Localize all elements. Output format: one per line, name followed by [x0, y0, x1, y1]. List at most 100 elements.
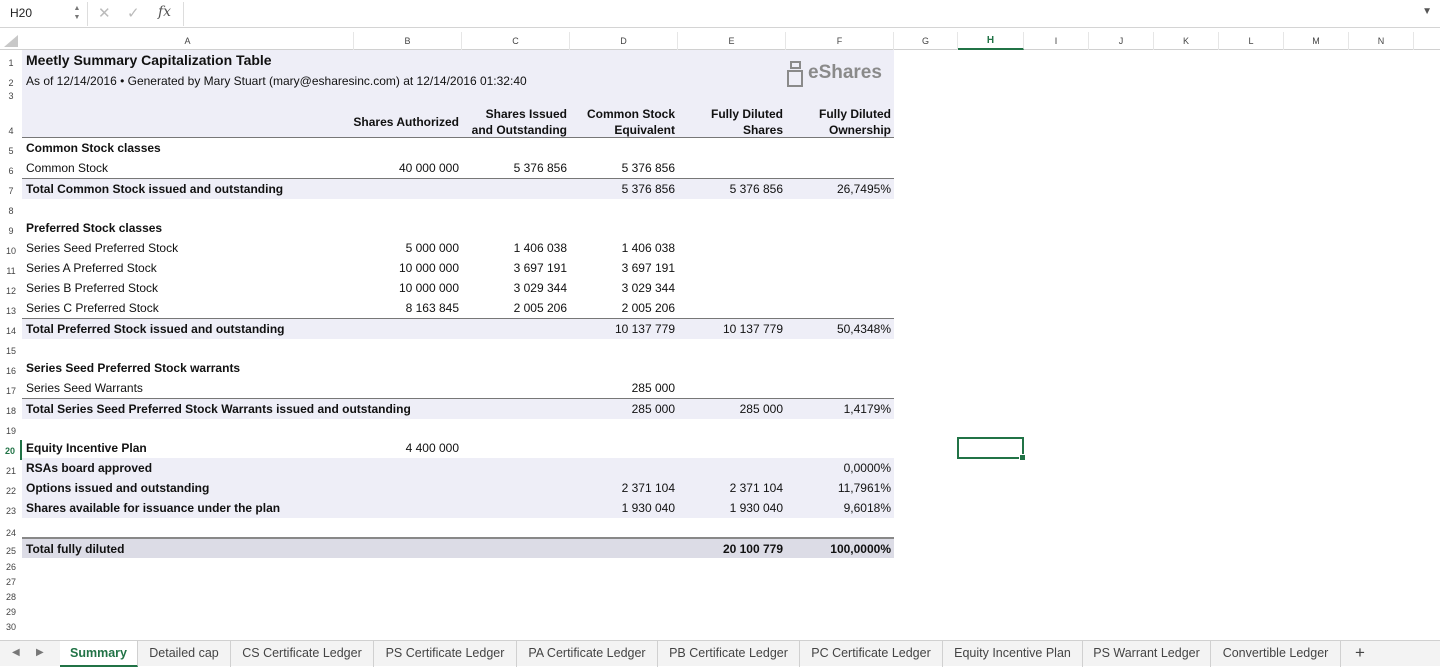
tab-ps-certificate-ledger[interactable]: PS Certificate Ledger — [374, 641, 517, 667]
cell-fds: 285 000 — [739, 402, 783, 416]
tab-equity-incentive-plan[interactable]: Equity Incentive Plan — [943, 641, 1083, 667]
sheet-tab-bar: ◀ ▶ Summary Detailed cap CS Certificate … — [0, 640, 1440, 667]
tab-ps-warrant-ledger[interactable]: PS Warrant Ledger — [1083, 641, 1211, 667]
formula-input[interactable] — [190, 3, 1410, 25]
formula-bar: H20 ▲ ▼ ✕ ✓ fx ▼ — [0, 0, 1440, 28]
column-header-k[interactable]: K — [1154, 32, 1219, 50]
selected-cell-h20[interactable] — [957, 437, 1026, 461]
row-header[interactable]: 17 — [0, 380, 22, 400]
confirm-icon[interactable]: ✓ — [127, 4, 140, 22]
column-header-i[interactable]: I — [1024, 32, 1089, 50]
column-header-e[interactable]: E — [678, 32, 786, 50]
row-header[interactable]: 30 — [0, 616, 22, 636]
row-label: Series A Preferred Stock — [26, 261, 157, 275]
cell-fdo: 100,0000% — [830, 542, 891, 556]
column-header-b[interactable]: B — [354, 32, 462, 50]
total-label: Total Preferred Stock issued and outstan… — [26, 322, 285, 336]
next-sheet-icon[interactable]: ▶ — [36, 647, 44, 658]
function-icon[interactable]: fx — [158, 4, 171, 20]
column-header-a[interactable]: A — [22, 32, 354, 50]
cancel-icon[interactable]: ✕ — [98, 4, 111, 22]
row-label: Common Stock — [26, 161, 109, 175]
prev-sheet-icon[interactable]: ◀ — [12, 647, 20, 658]
cell-fdo: 11,7961% — [837, 481, 891, 495]
row-header[interactable]: 11 — [0, 260, 22, 280]
cell-issued: 3 697 191 — [513, 261, 567, 275]
row-header[interactable]: 1 — [0, 52, 22, 72]
row-label: Options issued and outstanding — [26, 481, 210, 495]
tab-convertible-ledger[interactable]: Convertible Ledger — [1211, 641, 1341, 667]
section-label: Preferred Stock classes — [26, 221, 163, 235]
column-header-g[interactable]: G — [894, 32, 958, 50]
cell-authorized: 8 163 845 — [405, 301, 459, 315]
column-header-c[interactable]: C — [462, 32, 570, 50]
tab-detailed-cap[interactable]: Detailed cap — [138, 641, 231, 667]
header-cse-line2: Equivalent — [614, 123, 675, 137]
eshares-logo: eShares — [784, 60, 882, 90]
select-all-corner[interactable] — [0, 32, 22, 50]
row-header[interactable]: 22 — [0, 480, 22, 500]
tab-cs-certificate-ledger[interactable]: CS Certificate Ledger — [231, 641, 374, 667]
formula-bar-divider — [87, 2, 88, 26]
column-header-d[interactable]: D — [570, 32, 678, 50]
tab-pc-certificate-ledger[interactable]: PC Certificate Ledger — [800, 641, 943, 667]
row-header[interactable]: 9 — [0, 220, 22, 240]
cell-cse: 2 371 104 — [621, 481, 675, 495]
eshares-logo-icon — [787, 61, 803, 87]
cell-fds: 2 371 104 — [729, 481, 783, 495]
row-header[interactable]: 12 — [0, 280, 22, 300]
select-all-icon — [4, 35, 18, 47]
formula-bar-divider — [183, 2, 184, 26]
row-header[interactable]: 24 — [0, 522, 22, 542]
row-header[interactable]: 10 — [0, 240, 22, 260]
row-label: Series C Preferred Stock — [26, 301, 159, 315]
cell-fds: 5 376 856 — [729, 182, 783, 196]
header-shares-authorized: Shares Authorized — [353, 115, 459, 129]
row-header[interactable]: 5 — [0, 140, 22, 160]
add-sheet-icon[interactable]: + — [1350, 641, 1370, 667]
cell-issued: 5 376 856 — [513, 161, 567, 175]
header-fdo-line1: Fully Diluted — [819, 107, 891, 121]
chevron-down-icon[interactable]: ▼ — [1422, 6, 1432, 17]
row-header[interactable]: 13 — [0, 300, 22, 320]
column-header-m[interactable]: M — [1284, 32, 1349, 50]
row-header[interactable]: 6 — [0, 160, 22, 180]
row-header[interactable]: 21 — [0, 460, 22, 480]
header-shares-issued-line2: and Outstanding — [471, 123, 567, 137]
cell-fds: 1 930 040 — [729, 501, 783, 515]
cell-issued: 2 005 206 — [513, 301, 567, 315]
header-shares-issued-line1: Shares Issued — [485, 107, 567, 121]
total-label: Total Common Stock issued and outstandin… — [26, 182, 284, 196]
cell-issued: 3 029 344 — [513, 281, 567, 295]
row-label: Shares available for issuance under the … — [26, 501, 281, 515]
page-title: Meetly Summary Capitalization Table — [26, 52, 272, 68]
tab-summary[interactable]: Summary — [60, 641, 138, 667]
row-header[interactable]: 14 — [0, 320, 22, 340]
tab-pa-certificate-ledger[interactable]: PA Certificate Ledger — [517, 641, 658, 667]
tab-pb-certificate-ledger[interactable]: PB Certificate Ledger — [658, 641, 800, 667]
cell-authorized: 5 000 000 — [405, 241, 459, 255]
header-fdo-line2: Ownership — [828, 123, 891, 137]
column-header-l[interactable]: L — [1219, 32, 1284, 50]
row-header[interactable]: 15 — [0, 340, 22, 360]
row-header[interactable]: 23 — [0, 500, 22, 520]
section-label: Equity Incentive Plan — [26, 441, 147, 455]
column-header-j[interactable]: J — [1089, 32, 1154, 50]
name-box-stepper-icon[interactable]: ▲ ▼ — [72, 4, 82, 24]
cell-authorized: 10 000 000 — [398, 261, 459, 275]
row-header[interactable]: 7 — [0, 180, 22, 200]
column-header-n[interactable]: N — [1349, 32, 1414, 50]
row-header-active[interactable]: 20 — [0, 440, 22, 460]
column-header-h[interactable]: H — [958, 32, 1024, 50]
cell-cse: 1 406 038 — [621, 241, 675, 255]
row-label: RSAs board approved — [26, 461, 153, 475]
cell-fdo: 9,6018% — [843, 501, 891, 515]
column-header-f[interactable]: F — [786, 32, 894, 50]
row-header[interactable]: 16 — [0, 360, 22, 380]
row-header[interactable]: 18 — [0, 400, 22, 420]
row-header[interactable]: 4 — [0, 120, 22, 140]
row-header[interactable]: 8 — [0, 200, 22, 220]
row-header[interactable]: 19 — [0, 420, 22, 440]
sheet-grid[interactable]: Meetly Summary Capitalization Table As o… — [22, 50, 1440, 640]
row-header[interactable]: 3 — [0, 89, 22, 103]
